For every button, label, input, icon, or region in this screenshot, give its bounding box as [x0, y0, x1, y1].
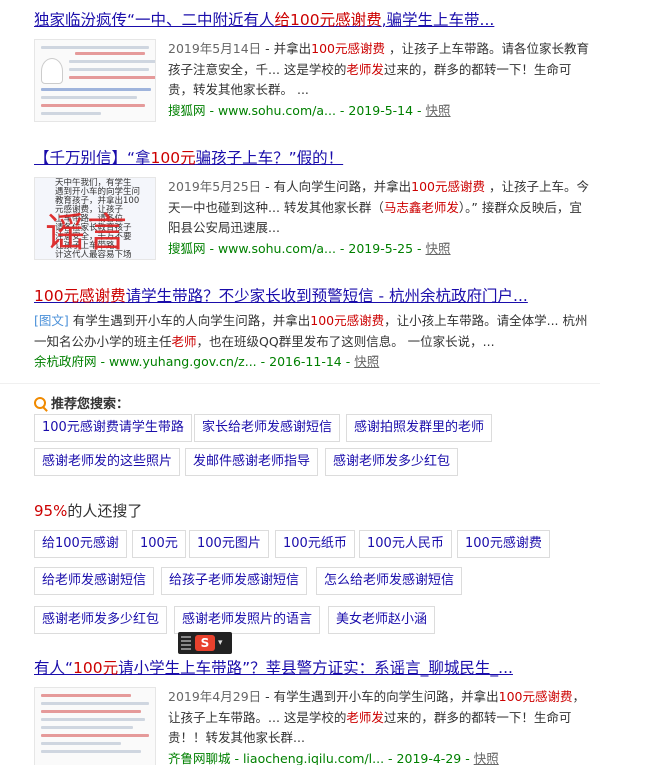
- search-result-2: 【千万别信】“拿100元骗孩子上车？”假的！ 天中午我们，有学生 遇到开小车的向…: [34, 148, 594, 260]
- search-result-4: 有人“100元请小学生上车带路”？莘县警方证实：系谣言_聊城民生_... 201…: [34, 658, 594, 765]
- result-abstract: 2019年5月14日 - 并拿出100元感谢费 ，让孩子上车带路。请各位家长教育…: [168, 41, 589, 97]
- related-chip[interactable]: 美女老师赵小涵: [328, 606, 436, 634]
- search-result-3: 100元感谢费请学生带路？不少家长收到预警短信 - 杭州余杭政府门户... [图…: [34, 286, 589, 372]
- recommend-heading: 推荐您搜索：: [34, 393, 129, 412]
- ime-toolbar[interactable]: S ▾: [178, 632, 232, 654]
- result-title-link[interactable]: 独家临汾疯传“一中、二中附近有人给100元感谢费,骗学生上车带...: [34, 10, 594, 30]
- related-chip[interactable]: 给100元感谢: [34, 530, 127, 558]
- result-thumbnail[interactable]: [34, 39, 156, 122]
- search-icon: [34, 396, 46, 409]
- result-title-link[interactable]: 100元感谢费请学生带路？不少家长收到预警短信 - 杭州余杭政府门户...: [34, 286, 589, 306]
- related-chip[interactable]: 100元感谢费: [457, 530, 550, 558]
- recommend-chip[interactable]: 发邮件感谢老师指导: [185, 448, 319, 476]
- rumor-stamp: 谣言: [45, 210, 129, 256]
- snapshot-link[interactable]: 快照: [474, 751, 499, 765]
- recommend-chip[interactable]: 感谢拍照发群里的老师: [346, 414, 493, 442]
- recommend-chip[interactable]: 感谢老师发多少红包: [325, 448, 459, 476]
- recommend-chip[interactable]: 感谢老师发的这些照片: [34, 448, 181, 476]
- recommend-chip[interactable]: 家长给老师发感谢短信: [194, 414, 341, 442]
- result-title-link[interactable]: 有人“100元请小学生上车带路”？莘县警方证实：系谣言_聊城民生_...: [34, 658, 594, 678]
- snapshot-link[interactable]: 快照: [426, 103, 451, 118]
- drag-handle-icon[interactable]: [181, 636, 191, 650]
- result-abstract: 2019年5月25日 - 有人向学生问路，并拿出100元感谢费 ，让孩子上车。今…: [168, 179, 589, 235]
- related-chip[interactable]: 感谢老师发多少红包: [34, 606, 168, 634]
- result-title-link[interactable]: 【千万别信】“拿100元骗孩子上车？”假的！: [34, 148, 594, 168]
- recommend-chip[interactable]: 100元感谢费请学生带路: [34, 414, 192, 442]
- result-abstract: 2019年4月29日 - 有学生遇到开小车的向学生问路，并拿出100元感谢费，让…: [168, 689, 586, 745]
- related-chip[interactable]: 100元纸币: [275, 530, 355, 558]
- result-thumbnail[interactable]: [34, 687, 156, 765]
- search-result-1: 独家临汾疯传“一中、二中附近有人给100元感谢费,骗学生上车带... 2019年…: [34, 10, 594, 122]
- related-chip[interactable]: 给孩子老师发感谢短信: [161, 567, 308, 595]
- divider: [0, 383, 600, 384]
- result-abstract: [图文] 有学生遇到开小车的人向学生问路，并拿出100元感谢费，让小孩上车带路。…: [34, 313, 588, 349]
- result-source: 余杭政府网 - www.yuhang.gov.cn/z... - 2016-11…: [34, 354, 380, 369]
- result-source: 搜狐网 - www.sohu.com/a... - 2019-5-14 - 快照: [168, 102, 451, 118]
- snapshot-link[interactable]: 快照: [426, 241, 451, 256]
- result-source: 齐鲁网聊城 - liaocheng.iqilu.com/l... - 2019-…: [168, 750, 499, 765]
- related-chip[interactable]: 100元图片: [189, 530, 269, 558]
- image-text-tag: [图文]: [34, 313, 69, 328]
- related-chip[interactable]: 100元: [132, 530, 186, 558]
- related-chip[interactable]: 感谢老师发照片的语言: [174, 606, 321, 634]
- result-thumbnail[interactable]: 天中午我们，有学生 遇到开小车的向学生问 教育孩子，并拿出100 元感谢费，让孩…: [34, 177, 156, 260]
- avatar-icon: [41, 58, 63, 84]
- related-chip[interactable]: 给老师发感谢短信: [34, 567, 155, 595]
- snapshot-link[interactable]: 快照: [354, 354, 379, 369]
- related-chip[interactable]: 100元人民币: [359, 530, 452, 558]
- sogou-logo-icon: S: [195, 635, 215, 651]
- result-source: 搜狐网 - www.sohu.com/a... - 2019-5-25 - 快照: [168, 240, 451, 256]
- chevron-down-icon[interactable]: ▾: [218, 638, 223, 648]
- also-searched-heading: 95%的人还搜了: [34, 502, 143, 520]
- related-chip[interactable]: 怎么给老师发感谢短信: [316, 567, 463, 595]
